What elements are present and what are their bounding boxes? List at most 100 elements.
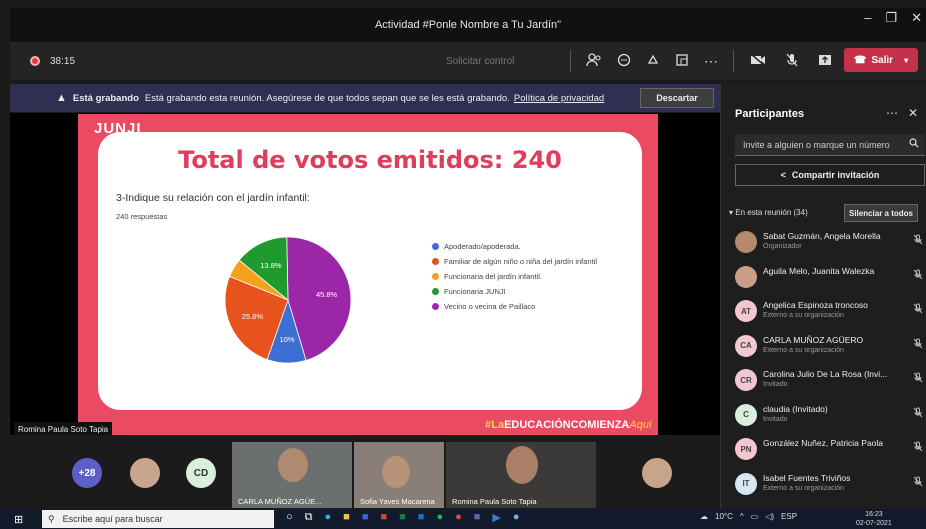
legend-swatch [432,273,439,280]
chevron-down-icon[interactable]: ▾ [904,56,908,65]
pie-value-label: 10% [280,335,295,344]
microphone-muted-icon [913,234,923,248]
participant-row[interactable]: Aguila Melo, Juanita Walezka [735,263,925,298]
outlook-icon[interactable]: ■ [418,511,425,524]
share-screen-icon[interactable] [818,54,832,69]
legend-label: Vecino o vecina de Paillaco [444,302,536,311]
chart-legend: Apoderado/apoderada. Familiar de algún ni… [432,242,602,317]
rooms-icon[interactable] [675,53,689,70]
search-icon [909,138,919,151]
request-control-button[interactable]: Solicitar control [446,56,514,67]
temperature: 10°C [715,512,733,521]
excel-icon[interactable]: ■ [399,511,406,524]
slide-title: Total de votos emitidos: 240 [178,146,562,174]
microphone-muted-icon[interactable] [786,53,798,70]
clock[interactable]: 16:23 02-07-2021 [856,510,892,528]
participant-initials-avatar[interactable]: CD [186,458,216,488]
taskbar-search-input[interactable]: ⚲ Escribe aquí para buscar [42,510,274,528]
presentation-slide: JUNJI Total de votos emitidos: 240 3-Ind… [78,114,658,435]
chat-icon[interactable] [617,53,631,70]
reactions-icon[interactable] [646,53,660,70]
meeting-toolbar: 38:15 Solicitar control ⋯ ☎ Salir ▾ [10,42,926,80]
participant-row[interactable]: Cclaudia (Invitado) Invitado [735,401,925,436]
more-participants-badge[interactable]: +28 [72,458,102,488]
leave-label: Salir [871,54,894,66]
participant-role: Organizador [763,243,802,250]
participant-row[interactable]: Sabat Guzmán, Angela Morella Organizador [735,228,925,263]
tray-chevron-icon[interactable]: ^ [740,512,744,521]
participant-face [278,448,308,482]
powerpoint-icon[interactable]: ■ [380,511,387,524]
leave-button[interactable]: ☎ Salir ▾ [844,48,918,72]
video-tile[interactable]: Sofia Yaves Macarena [354,442,444,508]
close-icon[interactable]: ✕ [911,10,922,26]
chrome-icon[interactable]: ● [455,511,462,524]
microphone-muted-icon [913,441,923,455]
legend-item: Familiar de algún niño o niña del jardín… [432,257,602,266]
cortana-icon[interactable]: ○ [286,511,293,524]
weather-icon[interactable]: ☁ [700,512,708,521]
participant-role: Externo a su organización [763,484,844,492]
participant-face [382,456,410,488]
participant-row[interactable]: AT Angelica Espinoza troncoso Externo a su… [735,297,925,332]
response-count: 240 respuestas [116,212,168,221]
self-view-avatar[interactable] [642,458,672,488]
participant-avatar: IT [735,472,757,495]
edge-icon[interactable]: ● [325,511,332,524]
close-panel-icon[interactable]: ✕ [908,106,918,120]
recording-banner: ▲ Está grabando Está grabando esta reuni… [10,84,720,112]
more-options-icon[interactable]: ⋯ [886,106,898,120]
participants-icon[interactable] [586,52,602,70]
camera-off-icon[interactable] [750,52,766,69]
file-explorer-icon[interactable]: ■ [343,511,350,524]
video-tile[interactable]: CARLA MUÑOZ AGÜE... [232,442,352,508]
video-tile[interactable]: Romina Paula Soto Tapia [446,442,596,508]
participant-name: Carolina Julio De La Rosa (Invi... [763,369,888,379]
teams-icon[interactable]: ■ [474,511,481,524]
participant-avatar[interactable] [130,458,160,488]
participant-list: Sabat Guzmán, Angela Morella Organizador A… [735,228,925,504]
task-view-icon[interactable]: ⧉ [305,511,313,524]
participant-avatar: CR [735,369,757,391]
participant-avatar: PN [735,438,757,460]
footer-aqui: Aquí [629,419,652,431]
recording-indicator-icon [30,56,40,66]
participant-row[interactable]: CA CARLA MUÑOZ AGÜERO Externo a su organiz… [735,332,925,367]
network-icon[interactable]: ▭ [751,512,759,521]
panel-controls: ⋯ ✕ [886,106,918,120]
volume-icon[interactable]: ◁) [765,512,774,521]
minimize-icon[interactable]: – [864,10,871,26]
toolbar-divider [570,50,571,72]
survey-question: 3-Indique su relación con el jardín infa… [116,192,310,204]
invite-input[interactable]: Invite a alguien o marque un número [735,134,925,156]
maximize-icon[interactable]: ❐ [885,10,897,26]
participant-avatar [735,265,757,288]
microphone-muted-icon [913,338,923,352]
participant-role: Invitado [763,415,788,423]
spotify-icon[interactable]: ● [436,511,443,524]
participant-name: claudia (Invitado) [763,403,828,414]
window-title: Actividad #Ponle Nombre a Tu Jardín" [374,19,562,31]
media-player-icon[interactable]: ▶ [492,511,500,524]
participant-row[interactable]: CR Carolina Julio De La Rosa (Invi... Invi… [735,366,925,401]
legend-item: Funcionaria del jardín infantil. [432,272,602,281]
privacy-policy-link[interactable]: Política de privacidad [514,93,604,104]
pie-value-label: 25.8% [242,312,264,321]
participant-name: Aguila Melo, Juanita Walezka [763,265,875,276]
window-controls: – ❐ ✕ [864,10,922,26]
taskbar-apps: ○ ⧉ ● ■ ■ ■ ■ ■ ● ● ■ ▶ ● [286,511,520,524]
footer-main: EDUCACIÓNCOMIENZA [504,419,630,431]
mute-all-button[interactable]: Silenciar a todos [844,204,918,222]
participant-row[interactable]: IT Isabel Fuentes Triviños Externo a su or… [735,470,925,505]
legend-label: Familiar de algún niño o niña del jardín… [444,257,598,266]
more-options-icon[interactable]: ⋯ [704,53,718,70]
participant-row[interactable]: PN González Nuñez, Patricia Paola [735,435,925,470]
app-icon[interactable]: ● [513,511,520,524]
participant-avatar [735,231,757,253]
word-icon[interactable]: ■ [362,511,369,524]
dismiss-button[interactable]: Descartar [640,88,714,108]
windows-start-icon[interactable]: ⊞ [14,513,23,526]
language-indicator[interactable]: ESP [781,512,797,521]
in-meeting-section-toggle[interactable]: ▾ En esta reunión (34) [729,208,808,217]
share-invite-button[interactable]: < Compartir invitación [735,164,925,186]
